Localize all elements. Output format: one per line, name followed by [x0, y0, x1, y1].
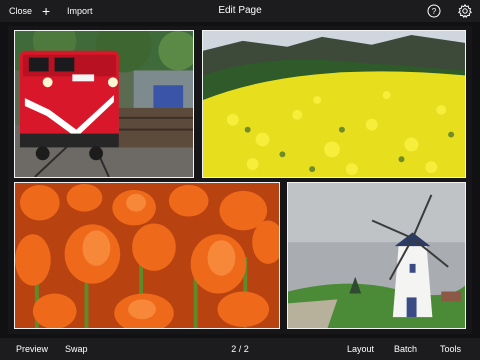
batch-button[interactable]: Batch [394, 338, 417, 360]
gear-icon [458, 3, 472, 19]
bottom-toolbar: Preview Swap 2 / 2 Layout Batch Tools [0, 338, 480, 360]
page-canvas [8, 26, 472, 334]
settings-button[interactable] [457, 3, 473, 19]
flower-field-image [203, 31, 465, 177]
tulips-image [15, 183, 279, 328]
photo-orange-tulips[interactable] [14, 182, 280, 329]
photo-yellow-flower-field[interactable] [202, 30, 466, 178]
red-train-image [15, 31, 193, 177]
photo-red-train[interactable] [14, 30, 194, 178]
question-icon: ? [427, 4, 441, 18]
top-toolbar: Close + Import Edit Page ? [0, 0, 480, 22]
page-title: Edit Page [218, 5, 262, 16]
windmill-image [288, 183, 465, 328]
tools-button[interactable]: Tools [440, 338, 461, 360]
svg-text:?: ? [432, 7, 437, 16]
help-button[interactable]: ? [426, 3, 442, 19]
photo-white-windmill[interactable] [287, 182, 466, 329]
layout-button[interactable]: Layout [347, 338, 374, 360]
